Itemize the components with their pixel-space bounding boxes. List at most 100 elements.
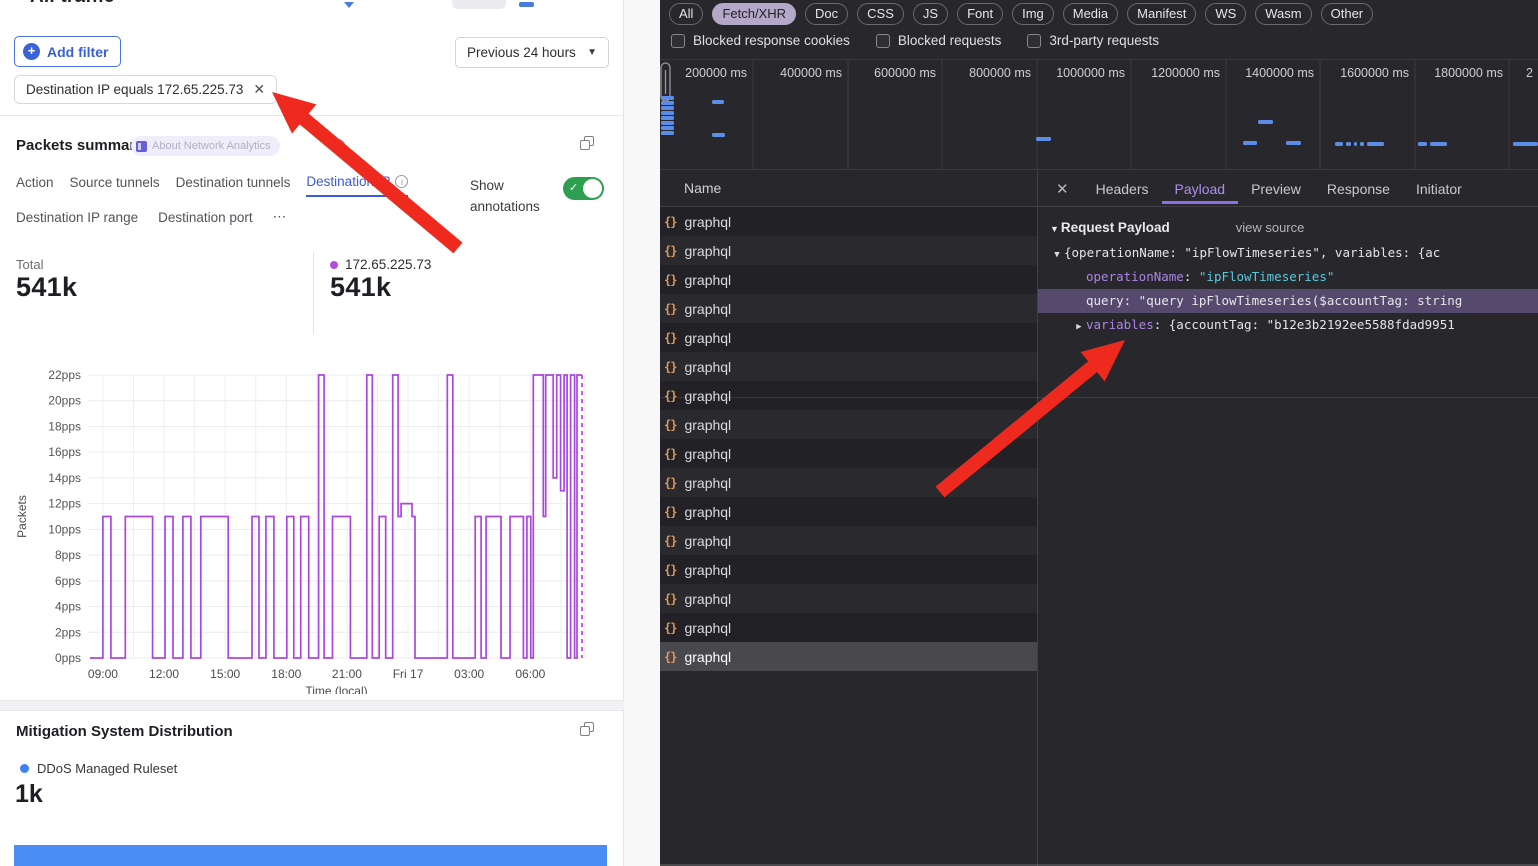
view-source-link[interactable]: view source (1236, 220, 1305, 235)
triangle-down-icon[interactable]: ▼ (1050, 224, 1059, 234)
toggle-knob (583, 179, 602, 198)
open-in-new-icon[interactable] (580, 136, 594, 150)
close-icon[interactable]: ✕ (253, 81, 265, 98)
page-gutter (624, 0, 660, 866)
request-row[interactable]: {}graphql (660, 613, 1037, 642)
history-clock-icon[interactable] (332, 139, 345, 152)
filter-chip-label: Destination IP equals 172.65.225.73 (26, 82, 243, 97)
request-row[interactable]: {}graphql (660, 207, 1037, 236)
tree-expand-icon[interactable]: ▼ (1050, 243, 1064, 267)
request-name: graphql (684, 388, 731, 404)
time-range-dropdown[interactable]: Previous 24 hours ▼ (455, 37, 609, 68)
detail-tab-headers[interactable]: Headers (1083, 173, 1162, 204)
cutoff-link (519, 2, 534, 7)
filter-pill-css[interactable]: CSS (857, 3, 904, 25)
request-name: graphql (684, 417, 731, 433)
detail-tab-payload[interactable]: Payload (1162, 173, 1239, 204)
open-in-new-icon[interactable] (580, 722, 594, 736)
packets-timeseries-chart[interactable]: 0pps2pps4pps6pps8pps10pps12pps14pps16pps… (14, 358, 610, 699)
filter-pill-fetch-xhr[interactable]: Fetch/XHR (712, 3, 796, 25)
checkbox-blocked-requests[interactable]: Blocked requests (876, 33, 1002, 48)
svg-text:Packets: Packets (15, 495, 29, 538)
payload-tree-row[interactable]: ▶variables: {accountTag: "b12e3b2192ee55… (1038, 313, 1538, 337)
filter-pill-other[interactable]: Other (1321, 3, 1374, 25)
request-filter-checkboxes: Blocked response cookies Blocked requests… (671, 33, 1159, 48)
svg-text:20pps: 20pps (48, 394, 81, 408)
json-text: : (1184, 269, 1199, 284)
request-row[interactable]: {}graphql (660, 642, 1037, 671)
request-row[interactable]: {}graphql (660, 323, 1037, 352)
svg-text:06:00: 06:00 (515, 667, 545, 681)
checkbox-box[interactable] (1027, 34, 1041, 48)
checkbox-box[interactable] (876, 34, 890, 48)
add-filter-button[interactable]: + Add filter (14, 36, 121, 67)
tab-destination-tunnels[interactable]: Destination tunnels (176, 174, 291, 197)
filter-chip[interactable]: Destination IP equals 172.65.225.73 ✕ (14, 75, 277, 104)
json-braces-icon: {} (664, 592, 676, 606)
name-column-header[interactable]: Name (684, 180, 721, 196)
filter-pill-font[interactable]: Font (957, 3, 1003, 25)
payload-tree-row[interactable]: ▼{operationName: "ipFlowTimeseries", var… (1038, 241, 1538, 265)
svg-text:200000 ms: 200000 ms (685, 66, 747, 80)
show-annotations-label: Show annotations (470, 175, 556, 217)
svg-text:15:00: 15:00 (210, 667, 240, 681)
detail-tab-initiator[interactable]: Initiator (1403, 173, 1475, 204)
svg-text:14pps: 14pps (48, 471, 81, 485)
tab-destination-ip[interactable]: Destination IPi (306, 174, 408, 197)
json-braces-icon: {} (664, 273, 676, 287)
request-row[interactable]: {}graphql (660, 352, 1037, 381)
filter-pill-manifest[interactable]: Manifest (1127, 3, 1196, 25)
checkbox-blocked-response-cookies[interactable]: Blocked response cookies (671, 33, 850, 48)
checkbox-box[interactable] (671, 34, 685, 48)
mitigation-bar[interactable] (14, 845, 607, 866)
analytics-panel: All traffic + Add filter Previous 24 hou… (0, 0, 624, 866)
request-row[interactable]: {}graphql (660, 381, 1037, 410)
tab-destination-ip-range[interactable]: Destination IP range (16, 209, 138, 231)
request-row[interactable]: {}graphql (660, 265, 1037, 294)
svg-text:21:00: 21:00 (332, 667, 362, 681)
tab-action[interactable]: Action (16, 174, 54, 197)
json-braces-icon: {} (664, 215, 676, 229)
tree-expand-icon[interactable]: ▶ (1072, 315, 1086, 339)
show-annotations-toggle[interactable]: ✓ (563, 177, 604, 200)
filter-pill-js[interactable]: JS (913, 3, 948, 25)
tab--[interactable]: ⋯ (273, 209, 287, 231)
detail-tab-response[interactable]: Response (1314, 173, 1403, 204)
request-row[interactable]: {}graphql (660, 468, 1037, 497)
svg-text:2pps: 2pps (55, 625, 81, 639)
request-row[interactable]: {}graphql (660, 294, 1037, 323)
svg-text:Fri 17: Fri 17 (393, 667, 424, 681)
stat-total-value: 541k (16, 272, 77, 303)
filter-pill-ws[interactable]: WS (1205, 3, 1246, 25)
info-icon[interactable]: i (395, 175, 408, 188)
svg-text:2: 2 (1526, 66, 1533, 80)
divider (660, 397, 1538, 398)
request-row[interactable]: {}graphql (660, 236, 1037, 265)
svg-text:1600000 ms: 1600000 ms (1340, 66, 1409, 80)
svg-text:8pps: 8pps (55, 548, 81, 562)
checkbox-3rd-party-requests[interactable]: 3rd-party requests (1027, 33, 1159, 48)
request-name: graphql (684, 591, 731, 607)
close-icon[interactable]: ✕ (1038, 180, 1083, 198)
detail-tab-preview[interactable]: Preview (1238, 173, 1314, 204)
payload-tree-row[interactable]: operationName: "ipFlowTimeseries" (1038, 265, 1538, 289)
request-row[interactable]: {}graphql (660, 526, 1037, 555)
filter-pill-all[interactable]: All (669, 3, 703, 25)
filter-pill-doc[interactable]: Doc (805, 3, 848, 25)
network-overview-timeline[interactable]: 200000 ms400000 ms600000 ms800000 ms1000… (660, 59, 1538, 170)
request-row[interactable]: {}graphql (660, 555, 1037, 584)
plus-icon: + (23, 43, 40, 60)
request-row[interactable]: {}graphql (660, 497, 1037, 526)
detail-tabs: ✕ HeadersPayloadPreviewResponseInitiator (1038, 171, 1538, 207)
request-row[interactable]: {} graphql (660, 584, 1037, 613)
request-row[interactable]: {}graphql (660, 410, 1037, 439)
payload-tree-row[interactable]: query: "query ipFlowTimeseries($accountT… (1038, 289, 1538, 313)
request-row[interactable]: {}graphql (660, 439, 1037, 468)
filter-pill-wasm[interactable]: Wasm (1255, 3, 1311, 25)
filter-pill-media[interactable]: Media (1063, 3, 1118, 25)
about-network-analytics-badge[interactable]: About Network Analytics (131, 136, 280, 156)
tab-source-tunnels[interactable]: Source tunnels (70, 174, 160, 197)
divider (313, 252, 314, 334)
tab-destination-port[interactable]: Destination port (158, 209, 253, 231)
filter-pill-img[interactable]: Img (1012, 3, 1054, 25)
